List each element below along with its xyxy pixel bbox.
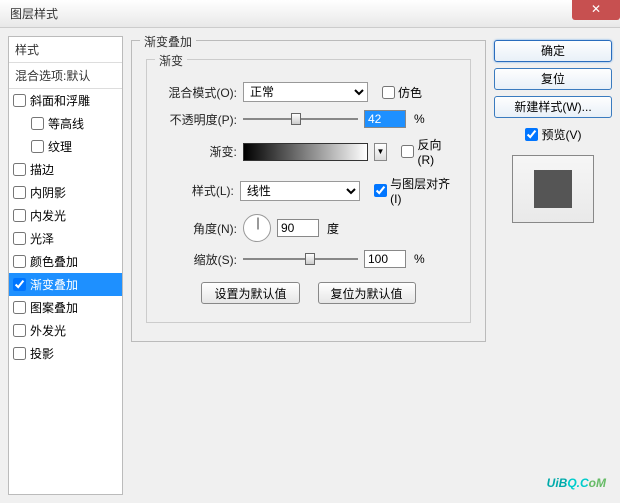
style-item-checkbox[interactable] bbox=[13, 324, 26, 337]
style-item-label: 纹理 bbox=[48, 138, 72, 155]
style-item-checkbox[interactable] bbox=[13, 255, 26, 268]
gradient-picker[interactable] bbox=[243, 143, 368, 161]
gradient-row: 渐变: ▼ 反向(R) bbox=[159, 136, 458, 167]
angle-dial[interactable] bbox=[243, 214, 271, 242]
style-item-label: 图案叠加 bbox=[30, 299, 78, 316]
style-item-checkbox[interactable] bbox=[13, 209, 26, 222]
group-title: 渐变叠加 bbox=[140, 33, 196, 50]
opacity-slider[interactable] bbox=[243, 112, 358, 126]
sidebar-header[interactable]: 样式 bbox=[9, 37, 122, 63]
style-item-10[interactable]: 外发光 bbox=[9, 319, 122, 342]
opacity-input[interactable] bbox=[364, 110, 406, 128]
style-item-checkbox[interactable] bbox=[13, 347, 26, 360]
style-item-label: 描边 bbox=[30, 161, 54, 178]
style-item-label: 投影 bbox=[30, 345, 54, 362]
style-row: 样式(L): 线性 与图层对齐(I) bbox=[159, 175, 458, 206]
reverse-label: 反向(R) bbox=[417, 136, 458, 167]
style-item-1[interactable]: 等高线 bbox=[9, 112, 122, 135]
style-label: 样式(L): bbox=[159, 182, 234, 199]
style-item-7[interactable]: 颜色叠加 bbox=[9, 250, 122, 273]
style-item-label: 内阴影 bbox=[30, 184, 66, 201]
ok-button[interactable]: 确定 bbox=[494, 40, 612, 62]
angle-label: 角度(N): bbox=[159, 220, 237, 237]
close-button[interactable]: ✕ bbox=[572, 0, 620, 20]
scale-input[interactable] bbox=[364, 250, 406, 268]
style-item-9[interactable]: 图案叠加 bbox=[9, 296, 122, 319]
style-item-checkbox[interactable] bbox=[13, 232, 26, 245]
gradient-inner-group: 渐变 混合模式(O): 正常 仿色 不透明度(P): bbox=[146, 59, 471, 323]
gradient-overlay-group: 渐变叠加 渐变 混合模式(O): 正常 仿色 不透明度(P): bbox=[131, 40, 486, 342]
style-item-label: 斜面和浮雕 bbox=[30, 92, 90, 109]
blend-mode-label: 混合模式(O): bbox=[159, 84, 237, 101]
scale-label: 缩放(S): bbox=[159, 251, 237, 268]
gradient-dropdown-arrow[interactable]: ▼ bbox=[374, 143, 388, 161]
style-item-3[interactable]: 描边 bbox=[9, 158, 122, 181]
scale-row: 缩放(S): % bbox=[159, 250, 458, 268]
dither-label: 仿色 bbox=[398, 84, 422, 101]
style-item-label: 光泽 bbox=[30, 230, 54, 247]
blend-mode-row: 混合模式(O): 正常 仿色 bbox=[159, 82, 458, 102]
style-item-0[interactable]: 斜面和浮雕 bbox=[9, 89, 122, 112]
opacity-unit: % bbox=[414, 112, 425, 126]
style-item-label: 渐变叠加 bbox=[30, 276, 78, 293]
set-default-button[interactable]: 设置为默认值 bbox=[201, 282, 299, 304]
action-panel: 确定 复位 新建样式(W)... 预览(V) bbox=[494, 36, 612, 495]
style-item-6[interactable]: 光泽 bbox=[9, 227, 122, 250]
reverse-checkbox-wrap[interactable]: 反向(R) bbox=[401, 136, 458, 167]
reset-default-button[interactable]: 复位为默认值 bbox=[318, 282, 416, 304]
style-item-label: 外发光 bbox=[30, 322, 66, 339]
style-item-4[interactable]: 内阴影 bbox=[9, 181, 122, 204]
preview-box bbox=[512, 155, 594, 223]
titlebar: 图层样式 ✕ bbox=[0, 0, 620, 28]
style-item-checkbox[interactable] bbox=[31, 140, 44, 153]
style-item-label: 颜色叠加 bbox=[30, 253, 78, 270]
align-label: 与图层对齐(I) bbox=[390, 175, 458, 206]
scale-unit: % bbox=[414, 252, 425, 266]
style-item-checkbox[interactable] bbox=[31, 117, 44, 130]
style-item-checkbox[interactable] bbox=[13, 186, 26, 199]
style-item-11[interactable]: 投影 bbox=[9, 342, 122, 365]
style-item-checkbox[interactable] bbox=[13, 94, 26, 107]
opacity-label: 不透明度(P): bbox=[159, 111, 237, 128]
scale-slider[interactable] bbox=[243, 252, 358, 266]
close-icon: ✕ bbox=[591, 2, 601, 16]
preview-checkbox[interactable] bbox=[525, 128, 538, 141]
align-checkbox[interactable] bbox=[374, 184, 387, 197]
dither-checkbox-wrap[interactable]: 仿色 bbox=[382, 84, 422, 101]
cancel-button[interactable]: 复位 bbox=[494, 68, 612, 90]
sidebar-blending-options[interactable]: 混合选项:默认 bbox=[9, 63, 122, 89]
preview-label: 预览(V) bbox=[542, 126, 582, 143]
style-item-5[interactable]: 内发光 bbox=[9, 204, 122, 227]
opacity-row: 不透明度(P): % bbox=[159, 110, 458, 128]
preview-checkbox-wrap[interactable]: 预览(V) bbox=[494, 126, 612, 143]
new-style-button[interactable]: 新建样式(W)... bbox=[494, 96, 612, 118]
style-item-checkbox[interactable] bbox=[13, 301, 26, 314]
main-area: 样式 混合选项:默认 斜面和浮雕等高线纹理描边内阴影内发光光泽颜色叠加渐变叠加图… bbox=[0, 28, 620, 503]
style-item-checkbox[interactable] bbox=[13, 163, 26, 176]
style-item-8[interactable]: 渐变叠加 bbox=[9, 273, 122, 296]
style-item-label: 等高线 bbox=[48, 115, 84, 132]
angle-row: 角度(N): 度 bbox=[159, 214, 458, 242]
styles-sidebar: 样式 混合选项:默认 斜面和浮雕等高线纹理描边内阴影内发光光泽颜色叠加渐变叠加图… bbox=[8, 36, 123, 495]
dither-checkbox[interactable] bbox=[382, 86, 395, 99]
style-item-checkbox[interactable] bbox=[13, 278, 26, 291]
settings-panel: 渐变叠加 渐变 混合模式(O): 正常 仿色 不透明度(P): bbox=[131, 36, 486, 495]
style-select[interactable]: 线性 bbox=[240, 181, 360, 201]
gradient-label: 渐变: bbox=[159, 143, 237, 160]
angle-unit: 度 bbox=[327, 220, 339, 237]
inner-group-title: 渐变 bbox=[155, 52, 187, 69]
style-list: 斜面和浮雕等高线纹理描边内阴影内发光光泽颜色叠加渐变叠加图案叠加外发光投影 bbox=[9, 89, 122, 365]
preview-swatch bbox=[534, 170, 572, 208]
window-title: 图层样式 bbox=[10, 5, 58, 22]
blend-mode-select[interactable]: 正常 bbox=[243, 82, 368, 102]
reverse-checkbox[interactable] bbox=[401, 145, 414, 158]
default-button-row: 设置为默认值 复位为默认值 bbox=[159, 282, 458, 304]
style-item-label: 内发光 bbox=[30, 207, 66, 224]
style-item-2[interactable]: 纹理 bbox=[9, 135, 122, 158]
angle-input[interactable] bbox=[277, 219, 319, 237]
align-checkbox-wrap[interactable]: 与图层对齐(I) bbox=[374, 175, 458, 206]
watermark: UiBQ.CoM bbox=[547, 470, 606, 493]
